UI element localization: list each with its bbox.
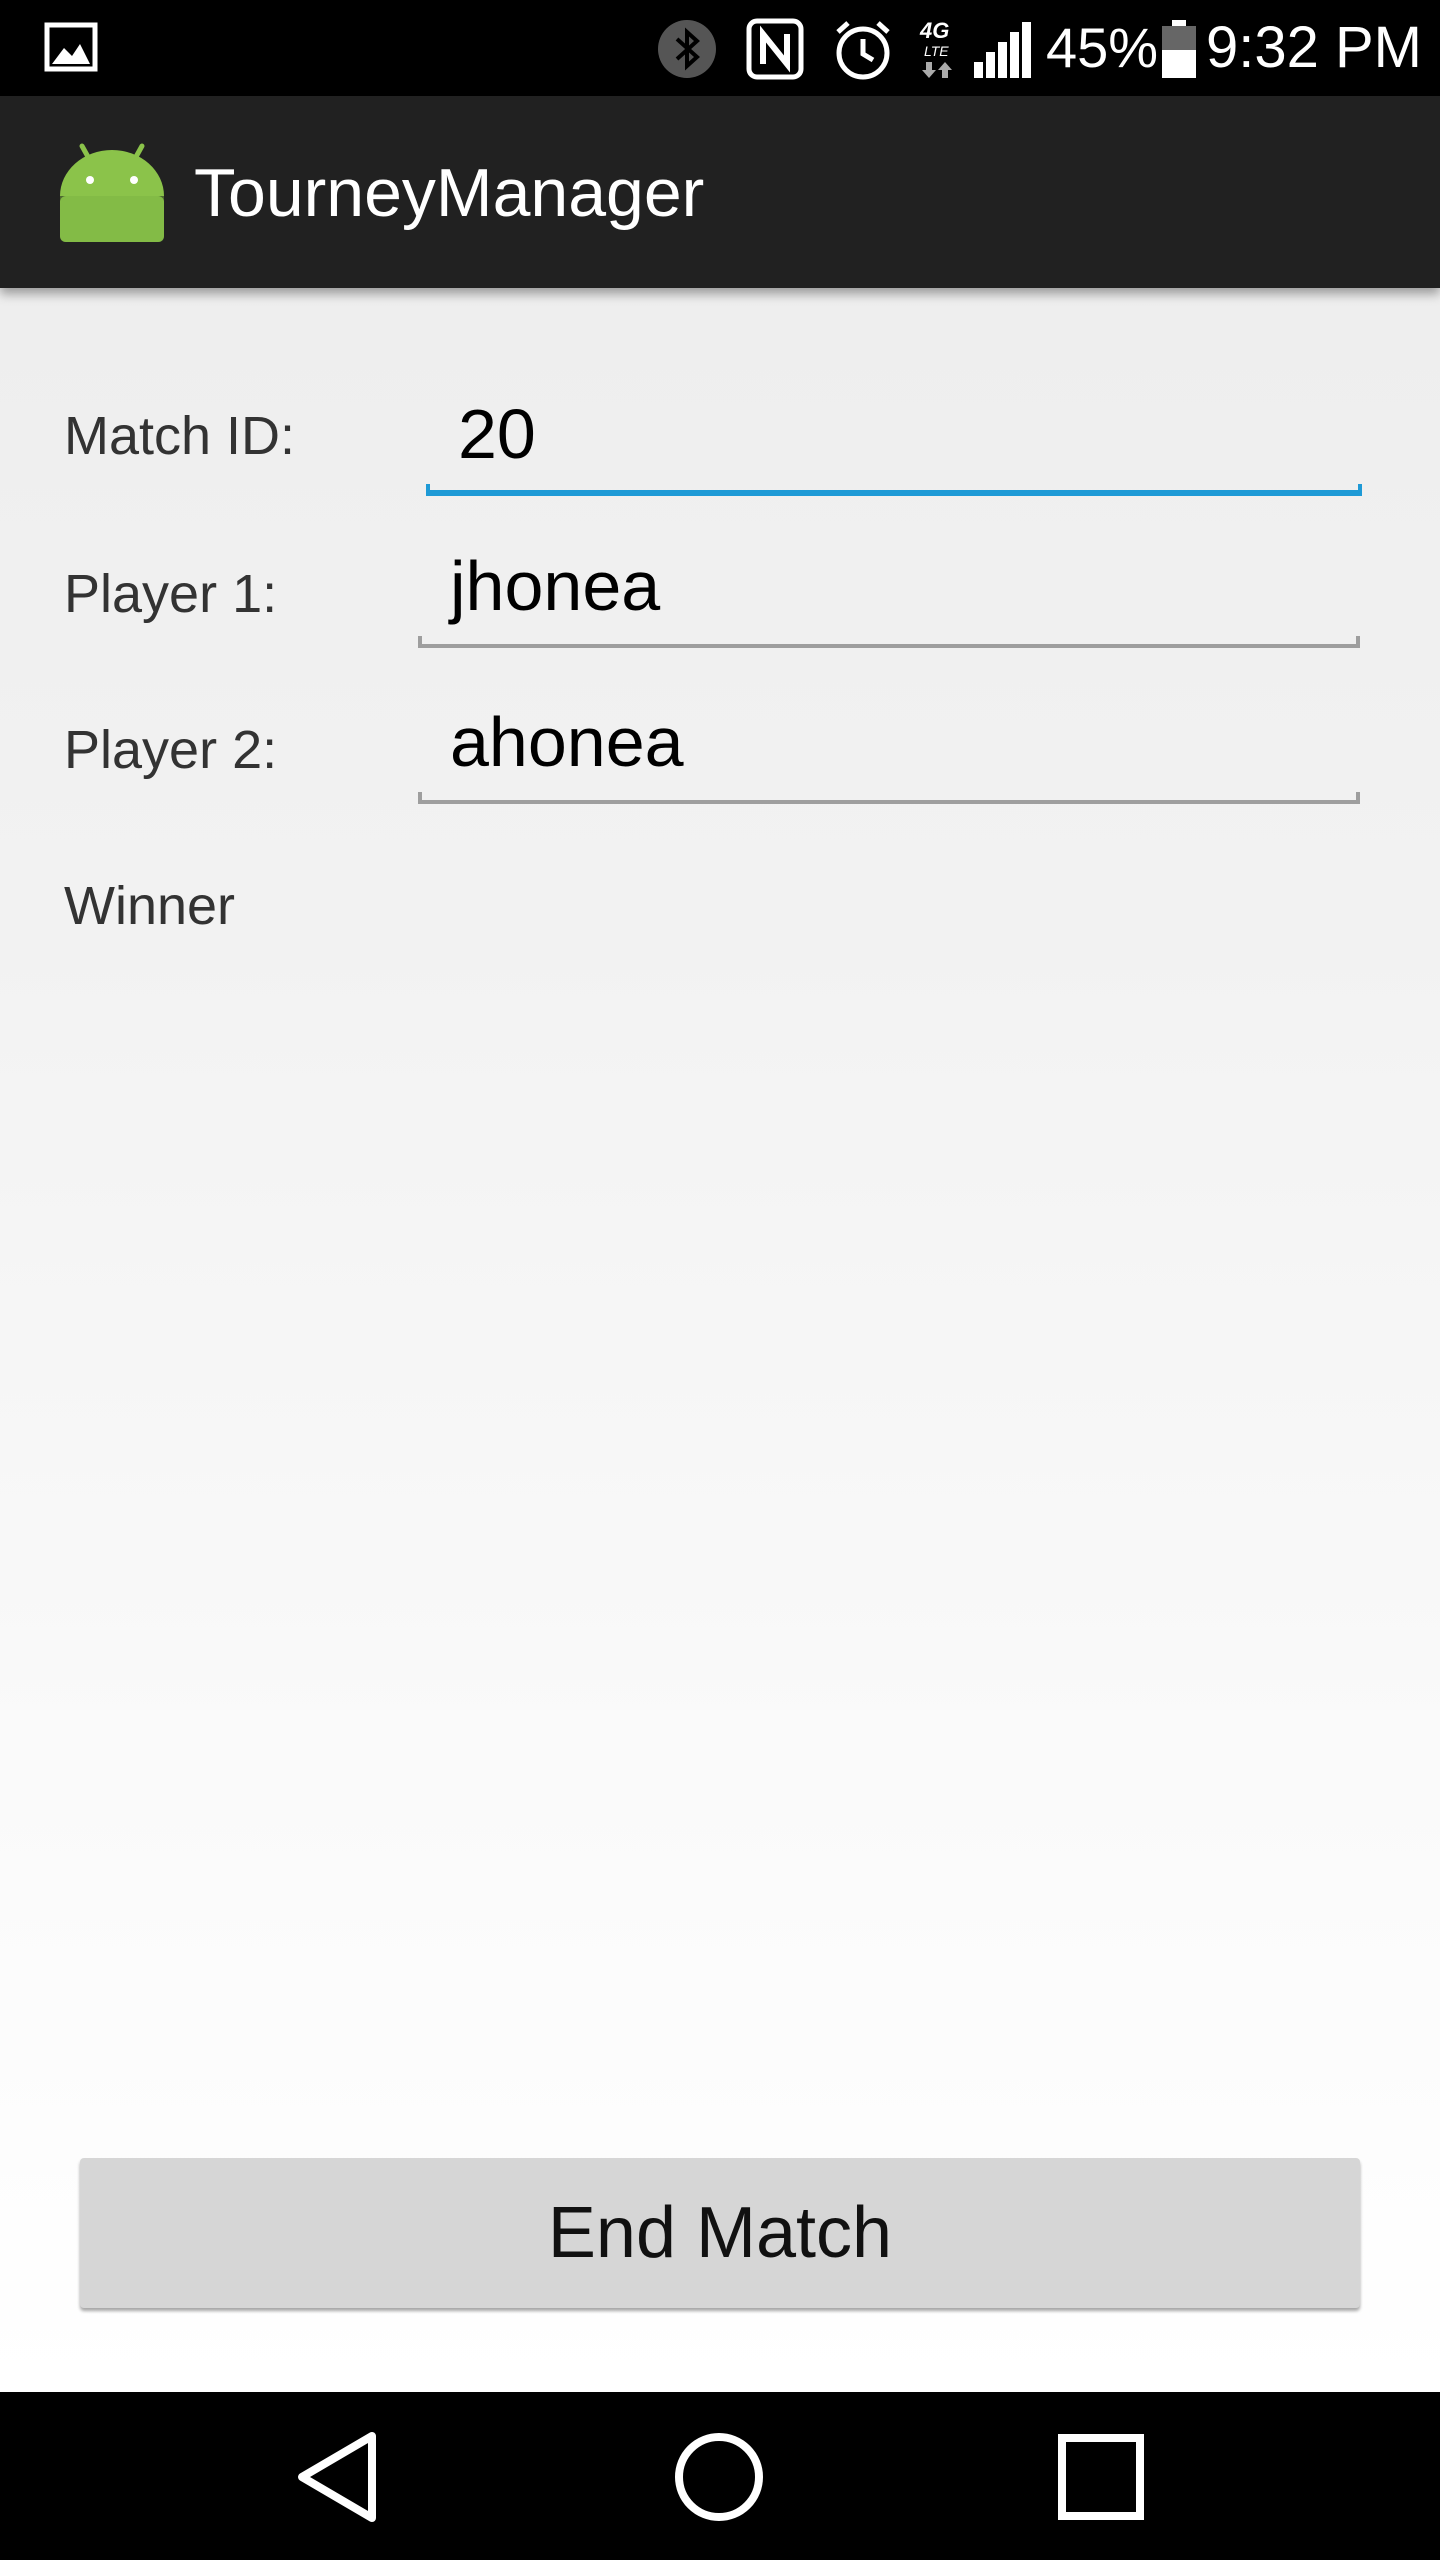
match-id-value: 20 (458, 395, 536, 473)
player2-label: Player 2: (64, 720, 278, 780)
status-bar: 4G LTE 45% 9:32 PM (0, 0, 1440, 96)
player1-field[interactable]: jhonea (418, 538, 1360, 648)
svg-text:4G: 4G (919, 18, 949, 43)
gallery-icon (44, 22, 98, 72)
app-title: TourneyManager (194, 155, 705, 231)
player2-value: ahonea (450, 703, 684, 781)
end-match-button[interactable]: End Match (80, 2158, 1360, 2308)
match-id-underline (426, 484, 1362, 496)
battery-percent: 45% (1046, 16, 1159, 79)
signal-icon (974, 22, 1031, 78)
bluetooth-icon (658, 20, 716, 78)
network-4g-lte-icon: 4G LTE (919, 18, 952, 78)
player1-label: Player 1: (64, 564, 278, 624)
player1-value: jhonea (450, 547, 661, 625)
home-icon[interactable] (664, 2422, 774, 2532)
clock: 9:32 PM (1206, 15, 1422, 80)
action-bar: TourneyManager (0, 96, 1440, 288)
navigation-bar (0, 2392, 1440, 2560)
back-icon[interactable] (284, 2422, 394, 2532)
match-id-label: Match ID: (64, 406, 296, 466)
alarm-icon (836, 21, 890, 80)
battery-icon (1162, 20, 1196, 78)
svg-text:LTE: LTE (924, 43, 949, 59)
match-form: Match ID: 20 Player 1: jhonea Player 2: … (0, 288, 1440, 2392)
winner-label: Winner (64, 876, 236, 936)
player2-underline (418, 792, 1360, 804)
nfc-icon (746, 18, 804, 80)
android-icon (60, 143, 164, 242)
recents-icon[interactable] (1046, 2422, 1156, 2532)
player2-field[interactable]: ahonea (418, 694, 1360, 804)
match-id-field[interactable]: 20 (426, 386, 1362, 496)
player1-underline (418, 636, 1360, 648)
